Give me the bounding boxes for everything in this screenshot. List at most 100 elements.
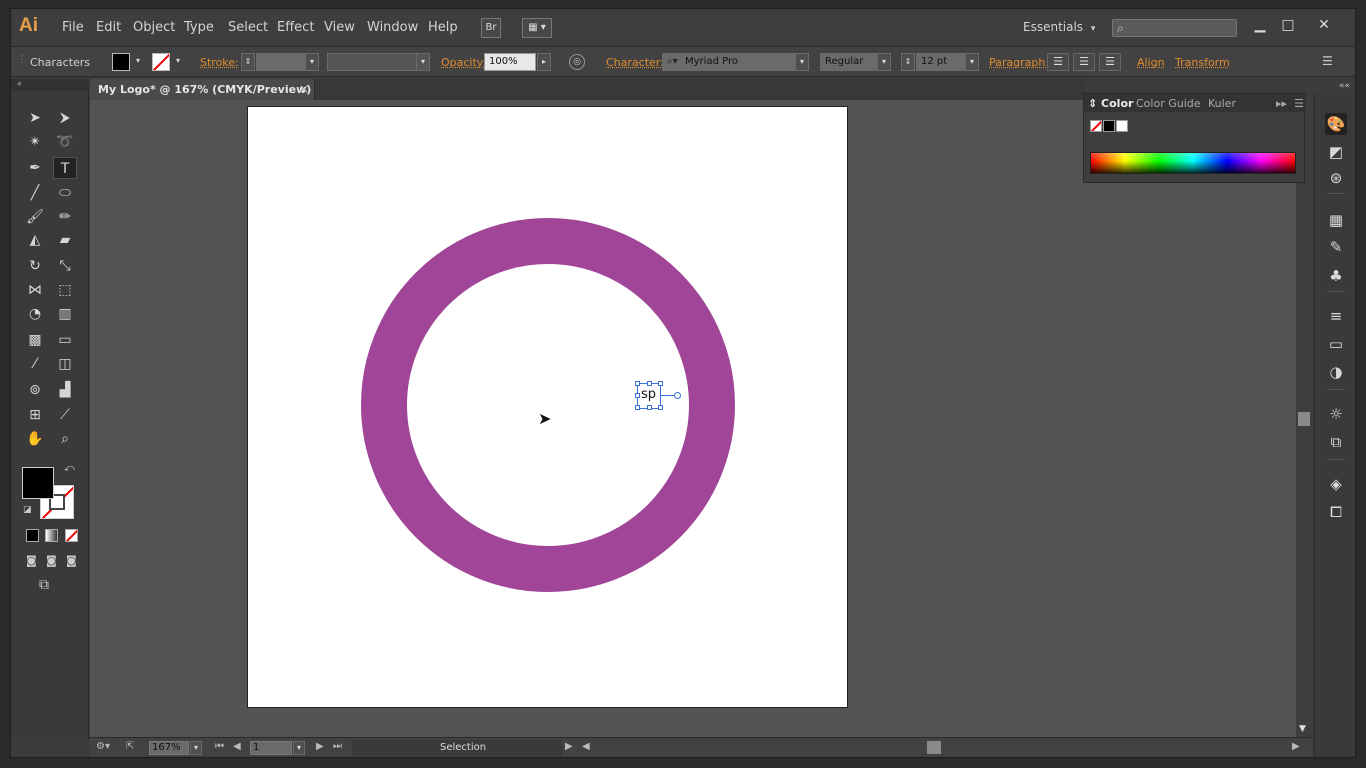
symbols-icon[interactable]: ♣ bbox=[1325, 265, 1347, 287]
collapse-panel-icon[interactable]: ▸▸ bbox=[1276, 97, 1287, 110]
pen-tool-icon[interactable]: ✒ bbox=[23, 157, 47, 179]
blob-brush-tool-icon[interactable]: ◭ bbox=[23, 229, 47, 251]
stroke-panel-icon[interactable]: ≡ bbox=[1325, 305, 1347, 327]
minimize-button[interactable]: ▁ bbox=[1247, 14, 1273, 36]
align-panel-link[interactable]: Align bbox=[1137, 56, 1165, 69]
fill-swatch[interactable] bbox=[22, 467, 54, 499]
recolor-artwork-icon[interactable]: ◎ bbox=[569, 54, 585, 70]
transform-panel-link[interactable]: Transform bbox=[1175, 56, 1230, 69]
screen-mode-icon[interactable]: ⧉ bbox=[39, 577, 49, 593]
gradient-tool-icon[interactable]: ▭ bbox=[53, 329, 77, 351]
artboard[interactable]: sp ➤ bbox=[247, 106, 848, 708]
draw-normal-icon[interactable]: ◙ bbox=[26, 554, 37, 567]
none-mode-button[interactable] bbox=[65, 529, 78, 542]
color-spectrum[interactable] bbox=[1090, 152, 1296, 174]
magic-wand-tool-icon[interactable]: ✴ bbox=[23, 131, 47, 153]
brushes-icon[interactable]: ✎ bbox=[1325, 236, 1347, 258]
menu-type[interactable]: Type bbox=[184, 20, 214, 35]
bounding-handle[interactable] bbox=[647, 381, 652, 386]
artboard-dropdown[interactable]: ▾ bbox=[293, 741, 305, 755]
paragraph-label[interactable]: Paragraph: bbox=[989, 56, 1049, 69]
font-style-dropdown[interactable]: ▾ bbox=[877, 53, 891, 71]
menu-effect[interactable]: Effect bbox=[277, 20, 314, 35]
stroke-weight-dropdown[interactable]: ▾ bbox=[305, 53, 319, 71]
shape-builder-tool-icon[interactable]: ◔ bbox=[23, 303, 47, 325]
eraser-tool-icon[interactable]: ▰ bbox=[53, 229, 77, 251]
tools-panel-header[interactable]: « bbox=[11, 79, 89, 91]
canvas-area[interactable]: sp ➤ bbox=[90, 100, 1296, 737]
panel-menu-icon[interactable]: ☰ bbox=[1322, 54, 1333, 68]
bounding-handle[interactable] bbox=[658, 405, 663, 410]
close-window-button[interactable]: ✕ bbox=[1311, 14, 1337, 36]
bridge-button[interactable]: Br bbox=[481, 18, 501, 38]
scroll-left-icon[interactable]: ◀ bbox=[582, 741, 590, 752]
transparency-icon[interactable]: ◑ bbox=[1325, 361, 1347, 383]
scroll-down-icon[interactable]: ▼ bbox=[1299, 724, 1306, 734]
maximize-button[interactable]: □ bbox=[1275, 14, 1301, 36]
close-document-icon[interactable]: × bbox=[299, 82, 309, 96]
eyedropper-tool-icon[interactable]: ⁄ bbox=[23, 353, 47, 375]
bounding-handle[interactable] bbox=[647, 405, 652, 410]
menu-file[interactable]: File bbox=[62, 20, 84, 35]
opacity-field[interactable]: 100% bbox=[484, 53, 536, 71]
white-color-swatch[interactable] bbox=[1116, 120, 1128, 132]
previous-artboard-icon[interactable]: ◀ bbox=[233, 741, 241, 752]
swap-fill-stroke-icon[interactable]: ⤺ bbox=[64, 463, 75, 474]
selection-tool-icon[interactable]: ➤ bbox=[23, 107, 47, 129]
menu-view[interactable]: View bbox=[324, 20, 355, 35]
bounding-handle[interactable] bbox=[635, 381, 640, 386]
font-style-field[interactable]: Regular bbox=[820, 53, 880, 71]
font-size-stepper[interactable]: ⇕ bbox=[901, 53, 915, 71]
next-artboard-icon[interactable]: ▶ bbox=[316, 741, 324, 752]
document-tab[interactable]: My Logo* @ 167% (CMYK/Preview) × bbox=[90, 79, 315, 100]
font-family-field[interactable]: ⌕▾ Myriad Pro bbox=[662, 53, 802, 71]
opacity-label[interactable]: Opacity: bbox=[441, 56, 486, 69]
width-tool-icon[interactable]: ⋈ bbox=[23, 279, 47, 301]
color-guide-icon[interactable]: ◩ bbox=[1325, 141, 1347, 163]
workspace-switcher[interactable]: Essentials ▾ bbox=[1023, 20, 1095, 34]
slice-tool-icon[interactable]: ⟋ bbox=[53, 404, 77, 426]
symbol-sprayer-tool-icon[interactable]: ⊚ bbox=[23, 379, 47, 401]
artboards-icon[interactable]: ⧠ bbox=[1325, 501, 1347, 523]
align-right-button[interactable]: ☰ bbox=[1099, 53, 1121, 71]
vertical-scrollbar[interactable]: ▲ ▼ bbox=[1296, 100, 1312, 737]
character-label[interactable]: Character: bbox=[606, 56, 664, 69]
line-segment-tool-icon[interactable]: ╱ bbox=[23, 182, 47, 204]
gradient-panel-icon[interactable]: ▭ bbox=[1325, 333, 1347, 355]
draw-behind-icon[interactable]: ◙ bbox=[46, 554, 57, 567]
draw-inside-icon[interactable]: ◙ bbox=[66, 554, 77, 567]
kuler-icon[interactable]: ⊛ bbox=[1325, 167, 1347, 189]
align-left-button[interactable]: ☰ bbox=[1047, 53, 1069, 71]
direct-selection-tool-icon[interactable]: ⮞ bbox=[53, 107, 77, 129]
perspective-grid-tool-icon[interactable]: ▥ bbox=[53, 303, 77, 325]
align-center-button[interactable]: ☰ bbox=[1073, 53, 1095, 71]
column-graph-tool-icon[interactable]: ▟ bbox=[53, 379, 77, 401]
fill-color-swatch[interactable] bbox=[112, 53, 130, 71]
layers-icon[interactable]: ◈ bbox=[1325, 473, 1347, 495]
appearance-icon[interactable]: ☼ bbox=[1325, 403, 1347, 425]
font-size-field[interactable]: 12 pt bbox=[916, 53, 966, 71]
free-transform-tool-icon[interactable]: ⬚ bbox=[53, 279, 77, 301]
paintbrush-tool-icon[interactable]: 🖌 bbox=[23, 206, 47, 228]
vertical-scroll-thumb[interactable] bbox=[1298, 412, 1310, 426]
zoom-field[interactable]: 167% bbox=[149, 741, 189, 755]
profile-dropdown[interactable]: ▾ bbox=[416, 53, 430, 71]
black-color-swatch[interactable] bbox=[1103, 120, 1115, 132]
stroke-weight-stepper[interactable]: ⇕ bbox=[241, 53, 255, 71]
expand-dock-icon[interactable]: «« bbox=[1339, 81, 1350, 91]
panel-options-icon[interactable]: ☰ bbox=[1294, 97, 1304, 110]
menu-window[interactable]: Window bbox=[367, 20, 418, 35]
zoom-tool-icon[interactable]: ⌕ bbox=[53, 428, 77, 450]
tab-kuler[interactable]: Kuler bbox=[1208, 97, 1236, 110]
artboard-number-field[interactable]: 1 bbox=[250, 741, 292, 755]
default-colors-icon[interactable]: ◪ bbox=[23, 505, 32, 515]
menu-help[interactable]: Help bbox=[428, 20, 458, 35]
graphic-styles-icon[interactable]: ⧉ bbox=[1325, 431, 1347, 453]
tab-color[interactable]: ⇕ Color bbox=[1088, 97, 1133, 110]
bounding-handle[interactable] bbox=[635, 393, 640, 398]
bounding-handle[interactable] bbox=[658, 381, 663, 386]
first-artboard-icon[interactable]: ⏮ bbox=[215, 741, 224, 752]
stroke-dropdown[interactable]: ▾ bbox=[171, 53, 185, 71]
last-artboard-icon[interactable]: ⏭ bbox=[333, 741, 342, 752]
swatches-icon[interactable]: ▦ bbox=[1325, 209, 1347, 231]
